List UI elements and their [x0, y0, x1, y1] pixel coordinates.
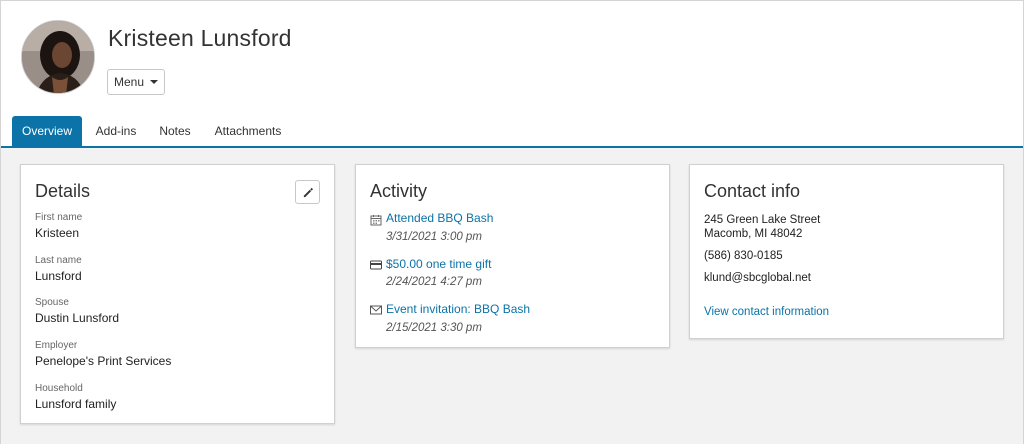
last-name-label: Last name — [35, 255, 82, 266]
menu-button-label: Menu — [113, 75, 145, 89]
menu-button[interactable]: Menu — [107, 69, 165, 95]
activity-item-invitation[interactable]: Event invitation: BBQ Bash — [386, 302, 530, 316]
pencil-icon — [303, 187, 313, 197]
profile-header: Kristeen Lunsford Menu — [1, 1, 1023, 116]
activity-date: 2/15/2021 3:30 pm — [386, 322, 482, 334]
envelope-icon — [370, 305, 382, 315]
tab-add-ins[interactable]: Add-ins — [87, 116, 145, 146]
address-line-2: Macomb, MI 48042 — [704, 228, 803, 240]
tab-overview[interactable]: Overview — [12, 116, 82, 146]
details-title: Details — [35, 181, 91, 201]
calendar-icon — [370, 215, 382, 226]
contact-panel: Contact info 245 Green Lake Street Macom… — [689, 164, 1004, 339]
tab-attachments[interactable]: Attachments — [207, 116, 289, 146]
first-name-label: First name — [35, 212, 83, 223]
activity-title: Activity — [370, 181, 428, 201]
tab-notes[interactable]: Notes — [151, 116, 199, 146]
first-name-value: Kristeen — [35, 226, 80, 240]
address-line-1: 245 Green Lake Street — [704, 214, 821, 226]
credit-card-icon — [370, 260, 382, 270]
household-label: Household — [35, 383, 83, 394]
avatar — [21, 20, 95, 94]
tab-bar: Overview Add-ins Notes Attachments — [1, 116, 1023, 148]
spouse-value: Dustin Lunsford — [35, 311, 120, 325]
activity-date: 3/31/2021 3:00 pm — [386, 231, 482, 243]
edit-details-button[interactable] — [295, 180, 320, 204]
household-value: Lunsford family — [35, 397, 117, 411]
email-address: klund@sbcglobal.net — [704, 272, 811, 284]
spouse-label: Spouse — [35, 297, 69, 308]
caret-down-icon — [150, 80, 159, 84]
employer-value: Penelope's Print Services — [35, 354, 172, 368]
overview-content: Details First name Kristeen Last name Lu… — [1, 148, 1023, 444]
profile-name: Kristeen Lunsford — [108, 25, 292, 51]
employer-label: Employer — [35, 340, 78, 351]
view-contact-info-link[interactable]: View contact information — [704, 306, 829, 318]
details-panel: Details First name Kristeen Last name Lu… — [20, 164, 335, 424]
activity-panel: Activity Attended BBQ Bash 3/31/2021 3:0… — [355, 164, 670, 348]
phone-number: (586) 830-0185 — [704, 250, 783, 262]
activity-item-bbq-bash[interactable]: Attended BBQ Bash — [386, 211, 493, 225]
activity-item-gift[interactable]: $50.00 one time gift — [386, 257, 491, 271]
last-name-value: Lunsford — [35, 269, 82, 283]
activity-date: 2/24/2021 4:27 pm — [386, 276, 482, 288]
contact-title: Contact info — [704, 181, 801, 201]
